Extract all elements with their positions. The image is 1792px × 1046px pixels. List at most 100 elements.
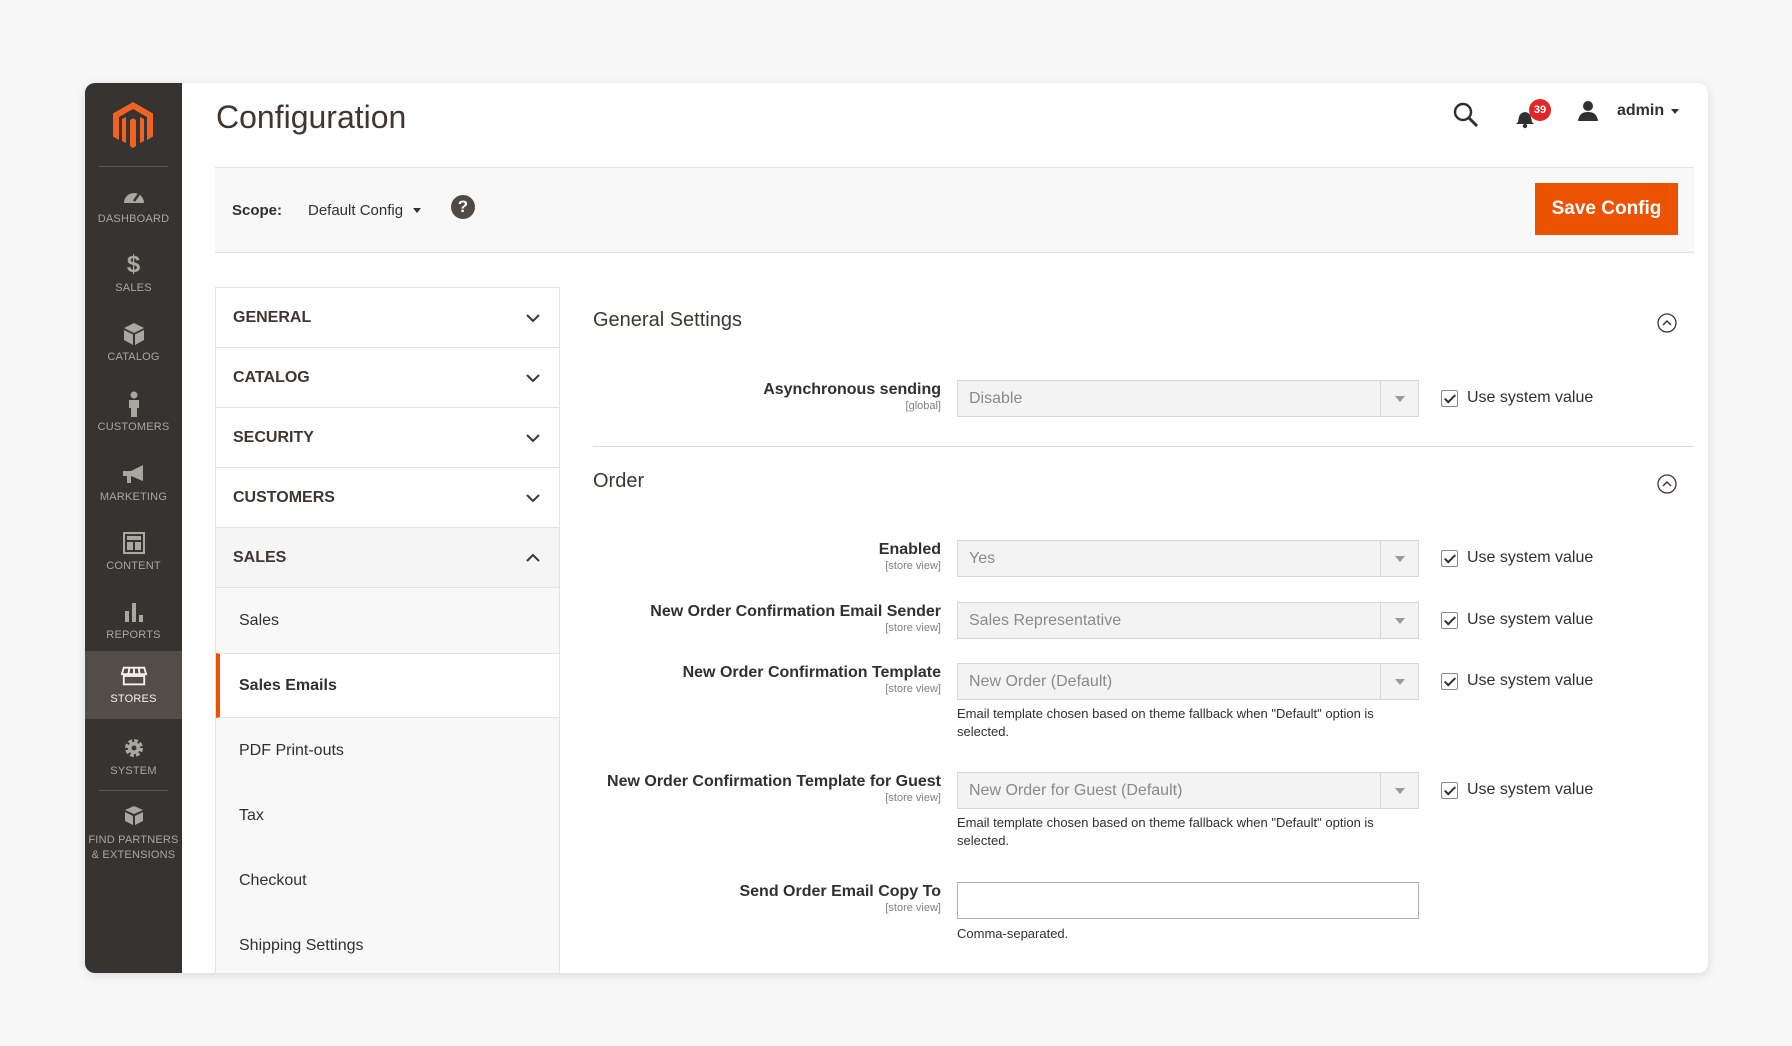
nav-divider [99,790,168,791]
checkbox-label: Use system value [1467,549,1594,566]
label-text: Send Order Email Copy To [739,883,941,900]
use-system-async[interactable]: Use system value [1441,389,1593,407]
nav-item-marketing[interactable]: MARKETING [85,449,182,517]
user-name: admin [1617,102,1665,119]
scope-hint: [store view] [885,560,941,572]
tab-item-sales[interactable]: Sales [216,588,559,653]
nav-item-content[interactable]: CONTENT [85,518,182,586]
tab-label: SALES [233,548,287,566]
magento-logo[interactable] [111,100,155,150]
order-guest-template-select[interactable]: New Order for Guest (Default) [957,772,1419,809]
nav-divider [99,166,168,167]
use-system-sender[interactable]: Use system value [1441,611,1593,629]
order-copy-to-input[interactable] [957,882,1419,919]
scope-bar: Scope: Default Config ? [215,167,1694,253]
checkbox-checked[interactable] [1441,611,1458,629]
nav-label: CATALOG [107,350,160,363]
use-system-guest-template[interactable]: Use system value [1441,781,1593,799]
section-general-settings[interactable]: General Settings [593,309,742,332]
order-enabled-select[interactable]: Yes [957,540,1419,577]
nav-label: DASHBOARD [97,212,170,225]
tab-sales[interactable]: SALES [216,528,559,588]
use-system-template[interactable]: Use system value [1441,672,1593,690]
field-label-enabled: Enabled [store view] [879,541,941,572]
gear-icon [121,736,147,760]
checkbox-checked[interactable] [1441,549,1458,567]
dashboard-icon [121,184,147,208]
field-label-sender: New Order Confirmation Email Sender [sto… [650,603,941,634]
nav-item-dashboard[interactable]: DASHBOARD [85,171,182,239]
caret-down-icon [413,208,422,213]
nav-label: STORES [110,692,157,705]
scope-hint: [store view] [885,683,941,695]
scope-switcher[interactable]: Default Config [308,202,422,219]
box-icon [121,322,147,346]
dropdown-arrow-icon [1380,664,1418,699]
checkbox-checked[interactable] [1441,389,1458,407]
checkbox-checked[interactable] [1441,781,1458,799]
use-system-enabled[interactable]: Use system value [1441,549,1593,567]
tab-item-checkout[interactable]: Checkout [216,848,559,913]
save-config-button[interactable]: Save Config [1535,183,1678,235]
chevron-down-icon [526,434,540,443]
user-icon [1578,101,1598,121]
nav-item-catalog[interactable]: CATALOG [85,309,182,377]
user-menu[interactable]: admin [1577,100,1680,122]
field-label-template: New Order Confirmation Template [store v… [683,664,941,695]
label-text: Asynchronous sending [763,381,941,398]
checkbox-label: Use system value [1467,672,1594,689]
scope-hint: [store view] [885,792,941,804]
nav-label: SALES [115,281,152,294]
nav-label: REPORTS [106,628,161,641]
caret-down-icon [1671,108,1680,114]
search-icon[interactable] [1452,101,1480,129]
tab-item-tax[interactable]: Tax [216,783,559,848]
page-title: Configuration [216,99,407,135]
notifications-badge: 39 [1529,99,1551,121]
nav-item-system[interactable]: SYSTEM [85,723,182,791]
chevron-down-icon [526,374,540,383]
chevron-down-icon [526,314,540,323]
tab-item-pdf-printouts[interactable]: PDF Print-outs [216,718,559,783]
help-icon[interactable]: ? [451,195,475,219]
section-order[interactable]: Order [593,470,644,493]
checkbox-label: Use system value [1467,611,1594,628]
collapse-icon[interactable] [1657,313,1677,333]
cubes-icon [121,805,147,829]
order-template-select[interactable]: New Order (Default) [957,663,1419,700]
megaphone-icon [121,462,147,486]
scope-label: Scope: [232,202,283,219]
field-label-guest-template: New Order Confirmation Template for Gues… [607,773,941,804]
field-label-async: Asynchronous sending [global] [763,381,941,412]
label-text: Enabled [878,541,941,558]
nav-item-partners[interactable]: FIND PARTNERS & EXTENSIONS [85,796,182,872]
tab-customers[interactable]: CUSTOMERS [216,468,559,528]
tab-label: GENERAL [233,308,312,326]
select-value: Sales Representative [969,612,1122,629]
nav-item-stores[interactable]: STORES [85,651,182,719]
copy-to-note: Comma-separated. [957,926,1069,941]
notifications-button[interactable]: 39 [1515,99,1551,131]
tab-item-shipping-settings[interactable]: Shipping Settings [216,913,559,973]
dropdown-arrow-icon [1380,541,1418,576]
dollar-icon: $ [126,250,141,278]
label-text: New Order Confirmation Template for Gues… [607,773,941,790]
nav-item-reports[interactable]: REPORTS [85,587,182,655]
template-note: Email template chosen based on theme fal… [957,706,1374,739]
tab-catalog[interactable]: CATALOG [216,348,559,408]
tab-label: CUSTOMERS [233,488,335,506]
order-email-sender-select[interactable]: Sales Representative [957,602,1419,639]
nav-item-customers[interactable]: CUSTOMERS [85,379,182,447]
guest-template-note: Email template chosen based on theme fal… [957,815,1374,848]
checkbox-checked[interactable] [1441,672,1458,690]
checkbox-label: Use system value [1467,389,1594,406]
label-text: New Order Confirmation Template [682,664,941,681]
async-sending-select[interactable]: Disable [957,380,1419,417]
scope-hint: [global] [905,400,941,412]
config-tabs: GENERAL CATALOG SECURITY CUSTOMERS SALES… [215,287,560,973]
tab-general[interactable]: GENERAL [216,288,559,348]
collapse-icon[interactable] [1657,474,1677,494]
nav-item-sales[interactable]: $ SALES [85,240,182,308]
tab-item-sales-emails[interactable]: Sales Emails [216,653,559,718]
tab-security[interactable]: SECURITY [216,408,559,468]
